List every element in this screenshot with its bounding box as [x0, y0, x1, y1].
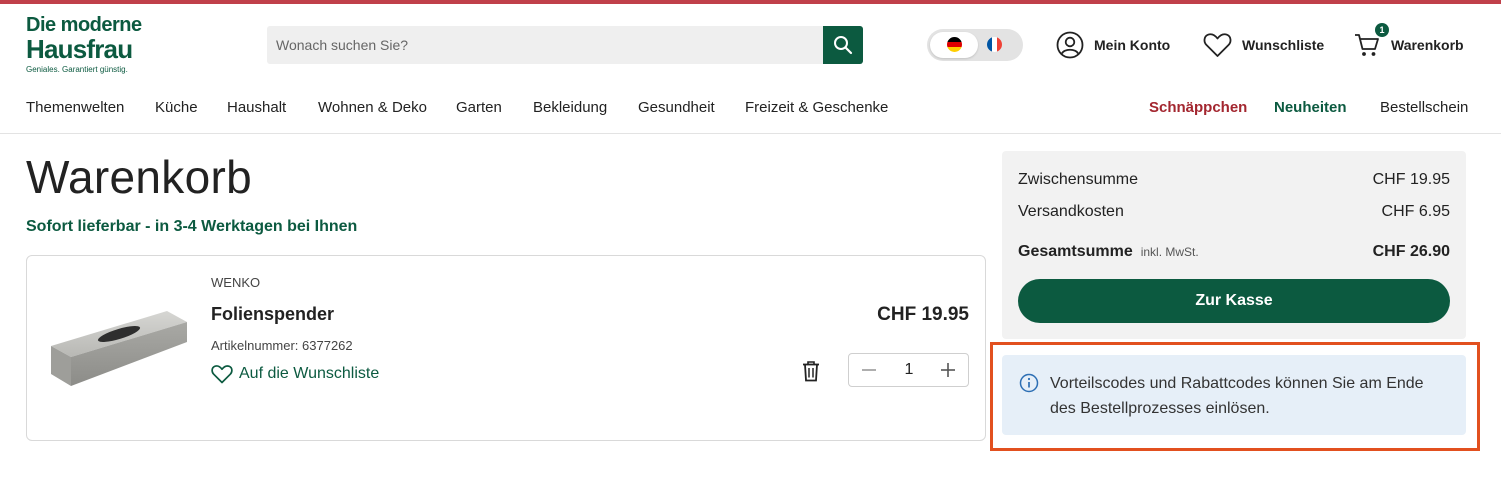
cart-item: WENKO Folienspender Artikelnummer: 63772…: [26, 255, 986, 441]
flag-de-icon[interactable]: [947, 37, 962, 52]
quantity-stepper: 1: [848, 353, 969, 387]
main-navigation: Themenwelten Küche Haushalt Wohnen & Dek…: [0, 96, 1501, 120]
nav-item-kueche[interactable]: Küche: [155, 99, 198, 116]
info-notice-text: Vorteilscodes und Rabattcodes können Sie…: [1050, 375, 1424, 417]
item-price: CHF 19.95: [877, 304, 969, 325]
shipping-label: Versandkosten: [1018, 203, 1124, 220]
subtotal-label: Zwischensumme: [1018, 171, 1139, 188]
shipping-value: CHF 6.95: [1381, 203, 1450, 220]
cart-label: Warenkorb: [1391, 37, 1464, 53]
nav-item-neuheiten[interactable]: Neuheiten: [1274, 99, 1347, 116]
logo-tagline: Geniales. Garantiert günstig.: [26, 65, 128, 74]
heart-icon: [1203, 33, 1232, 57]
trash-icon[interactable]: [801, 360, 821, 382]
account-link[interactable]: Mein Konto: [1056, 31, 1170, 59]
add-to-wishlist-link[interactable]: Auf die Wunschliste: [211, 364, 379, 384]
total-tax-note: inkl. MwSt.: [1140, 245, 1199, 259]
add-to-wishlist-label: Auf die Wunschliste: [239, 365, 380, 382]
nav-item-schnaeppchen[interactable]: Schnäppchen: [1149, 99, 1247, 116]
wishlist-link[interactable]: Wunschliste: [1203, 31, 1324, 59]
nav-item-wohnen-deko[interactable]: Wohnen & Deko: [318, 99, 427, 116]
top-accent-bar: [0, 0, 1501, 4]
cart-icon: [1355, 34, 1379, 56]
logo-line-1: Die moderne: [26, 14, 142, 36]
flag-fr-icon[interactable]: [987, 37, 1002, 52]
header-divider: [0, 133, 1501, 134]
logo-line-2: Hausfrau: [26, 34, 133, 64]
nav-item-haushalt[interactable]: Haushalt: [227, 99, 286, 116]
nav-item-gesundheit[interactable]: Gesundheit: [638, 99, 715, 116]
account-label: Mein Konto: [1094, 37, 1171, 53]
total-row: Gesamtsumme inkl. MwSt. CHF 26.90: [1018, 243, 1450, 261]
search-icon: [834, 36, 853, 55]
page-title: Warenkorb: [26, 151, 252, 203]
cart-link[interactable]: Warenkorb: [1353, 31, 1464, 59]
quantity-value[interactable]: 1: [889, 354, 929, 386]
minus-icon: [862, 369, 876, 371]
site-logo[interactable]: Die moderne Hausfrau Geniales. Garantier…: [26, 14, 176, 76]
nav-item-garten[interactable]: Garten: [456, 99, 502, 116]
nav-item-bekleidung[interactable]: Bekleidung: [533, 99, 607, 116]
total-value: CHF 26.90: [1372, 243, 1450, 260]
product-image[interactable]: [49, 306, 189, 390]
quantity-increase-button[interactable]: [928, 354, 968, 386]
delivery-info: Sofort lieferbar - in 3-4 Werktagen bei …: [26, 218, 358, 235]
product-brand: WENKO: [211, 275, 261, 290]
checkout-button[interactable]: Zur Kasse: [1018, 279, 1450, 323]
quantity-decrease-button[interactable]: [849, 354, 889, 386]
nav-item-freizeit-geschenke[interactable]: Freizeit & Geschenke: [745, 99, 888, 116]
nav-item-themenwelten[interactable]: Themenwelten: [26, 99, 124, 116]
cart-count-badge: 1: [1375, 23, 1389, 37]
search-button[interactable]: [823, 26, 863, 64]
info-icon: [1019, 373, 1039, 393]
heart-icon: [211, 365, 233, 384]
order-summary: Zwischensumme CHF 19.95 Versandkosten CH…: [1002, 151, 1466, 339]
search-input[interactable]: [267, 26, 823, 64]
user-icon: [1056, 31, 1084, 59]
info-notice: Vorteilscodes und Rabattcodes können Sie…: [1002, 355, 1466, 435]
language-toggle[interactable]: [927, 29, 1023, 61]
wishlist-label: Wunschliste: [1242, 37, 1325, 53]
product-name[interactable]: Folienspender: [211, 304, 334, 325]
article-number: Artikelnummer: 6377262: [211, 338, 353, 353]
subtotal-value: CHF 19.95: [1372, 171, 1450, 188]
total-label: Gesamtsumme: [1018, 243, 1133, 260]
subtotal-row: Zwischensumme CHF 19.95: [1018, 171, 1450, 189]
search-bar: [267, 26, 863, 64]
plus-icon: [941, 363, 955, 377]
nav-item-bestellschein[interactable]: Bestellschein: [1380, 99, 1468, 116]
shipping-row: Versandkosten CHF 6.95: [1018, 203, 1450, 221]
